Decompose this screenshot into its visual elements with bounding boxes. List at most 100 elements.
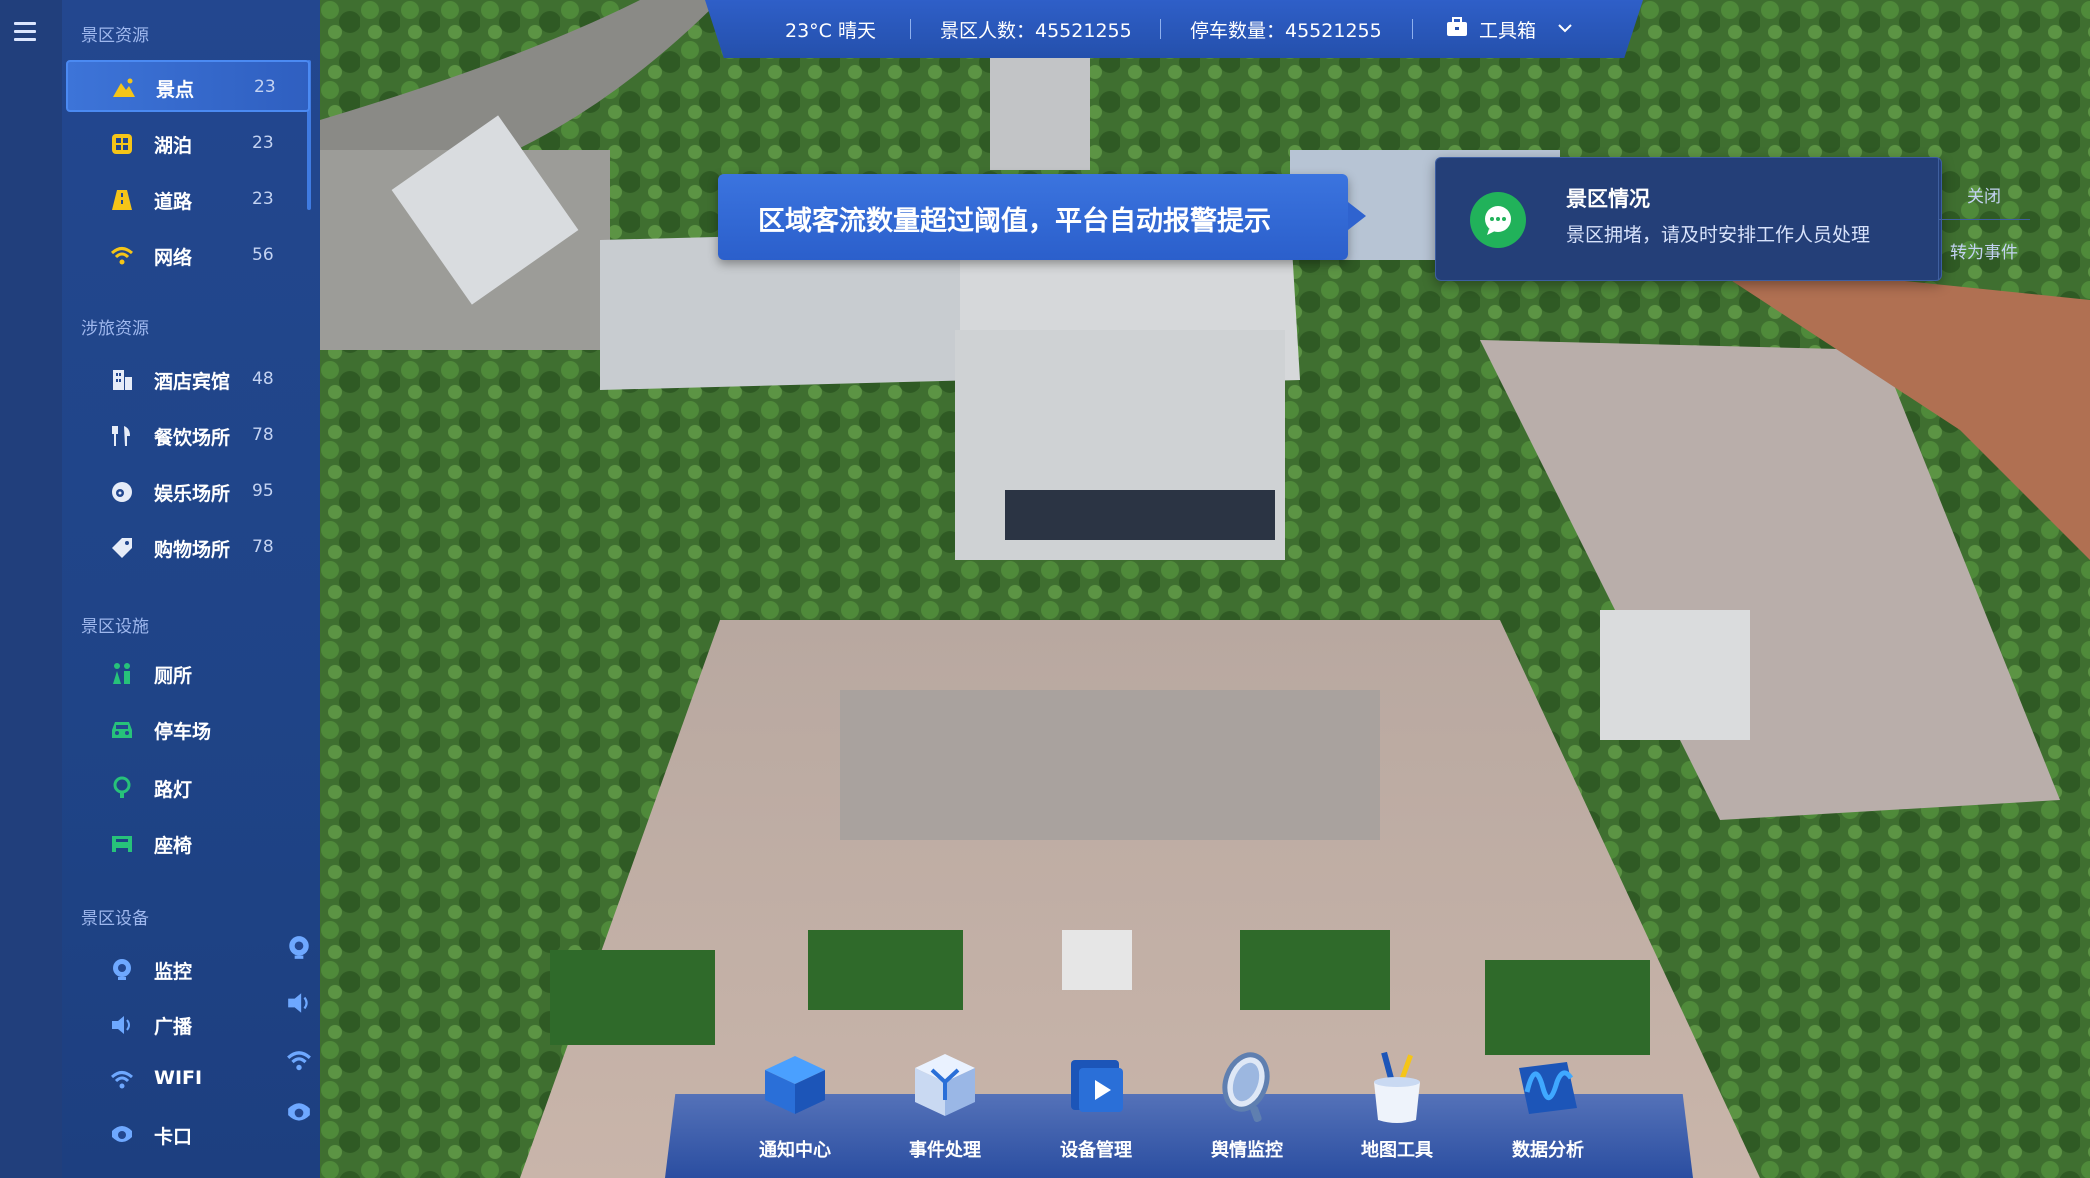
speaker-icon[interactable] <box>286 990 312 1016</box>
tool-label: 地图工具 <box>1361 1140 1433 1161</box>
chevron-down-icon <box>1558 24 1572 33</box>
sidebar-item-count: 23 <box>252 189 274 209</box>
sidebar-item-label: 广播 <box>154 1016 193 1038</box>
sidebar-item-label: 卡口 <box>154 1126 193 1148</box>
sidebar-item-label: 湖泊 <box>154 135 193 157</box>
callout-pointer <box>1348 202 1366 230</box>
sidebar-item-roads[interactable]: 道路 23 <box>66 174 310 226</box>
toolbox-label: 工具箱 <box>1479 20 1537 42</box>
sidebar-item-count: 78 <box>252 537 274 557</box>
camera-icon[interactable] <box>286 935 312 961</box>
message-icon <box>1470 192 1526 248</box>
sidebar-item-label: 停车场 <box>154 721 212 743</box>
sidebar-item-benches[interactable]: 座椅 <box>66 818 310 870</box>
event-handling-button[interactable]: 事件处理 <box>890 1048 1000 1178</box>
dining-icon <box>112 426 130 446</box>
alert-text: 区域客流数量超过阈值，平台自动报警提示 <box>758 206 1271 237</box>
map-tools-button[interactable]: 地图工具 <box>1342 1048 1452 1178</box>
pen-holder-icon <box>1374 1051 1420 1123</box>
entertainment-icon <box>112 482 132 502</box>
sidebar-item-label: WIFI <box>154 1067 203 1089</box>
sidebar-item-label: 座椅 <box>154 835 193 857</box>
notification-message: 景区拥堵，请及时安排工作人员处理 <box>1566 224 1871 246</box>
event-box-icon <box>915 1054 975 1116</box>
sidebar-item-label: 购物场所 <box>154 539 231 561</box>
magnifier-icon <box>1222 1052 1270 1123</box>
sentiment-monitor-button[interactable]: 舆情监控 <box>1192 1048 1302 1178</box>
section-title-facilities: 景区设施 <box>81 617 149 637</box>
sidebar-item-label: 道路 <box>154 191 193 213</box>
sidebar-item-label: 厕所 <box>154 665 193 687</box>
sidebar-item-label: 酒店宾馆 <box>154 371 231 393</box>
section-title-tourism-resources: 涉旅资源 <box>81 319 149 339</box>
road-icon <box>112 190 132 210</box>
sidebar-item-label: 娱乐场所 <box>154 483 231 505</box>
sidebar-item-label: 景点 <box>156 79 195 101</box>
sidebar-item-wifi[interactable]: WIFI <box>66 1054 310 1106</box>
camera-icon <box>113 959 131 980</box>
sidebar-item-label: 监控 <box>154 961 193 983</box>
divider <box>1160 19 1161 39</box>
data-analysis-button[interactable]: 数据分析 <box>1493 1048 1603 1178</box>
left-rail <box>0 0 62 1178</box>
mountain-icon <box>113 78 135 97</box>
sidebar-item-entertainment[interactable]: 娱乐场所 95 <box>66 466 310 518</box>
close-button[interactable]: 关闭 <box>1938 182 2030 207</box>
sidebar-item-parking[interactable]: 停车场 <box>66 704 310 756</box>
sidebar-item-shopping[interactable]: 购物场所 78 <box>66 522 310 574</box>
sidebar-item-count: 78 <box>252 425 274 445</box>
sidebar-item-count: 48 <box>252 369 274 389</box>
sidebar-item-count: 23 <box>252 133 274 153</box>
sidebar-item-label: 网络 <box>154 247 193 269</box>
convert-to-event-button[interactable]: 转为事件 <box>1938 238 2030 263</box>
tool-label: 通知中心 <box>759 1140 831 1161</box>
wifi-icon[interactable] <box>286 1048 312 1074</box>
top-status-bar: 23°C 晴天 景区人数：45521255 停车数量：45521255 工具箱 <box>705 0 1643 58</box>
scenic-status-notification: 景区情况 景区拥堵，请及时安排工作人员处理 关闭 转为事件 <box>1435 157 2030 281</box>
hotel-icon <box>113 370 132 390</box>
tool-label: 设备管理 <box>1060 1140 1132 1161</box>
device-management-button[interactable]: 设备管理 <box>1041 1048 1151 1178</box>
section-title-devices: 景区设备 <box>81 909 149 929</box>
tool-label: 数据分析 <box>1512 1140 1584 1161</box>
section-title-scenic-resources: 景区资源 <box>81 26 149 46</box>
sidebar-item-dining[interactable]: 餐饮场所 78 <box>66 410 310 462</box>
divider <box>1412 19 1413 39</box>
divider <box>1938 219 2030 220</box>
sidebar-item-label: 餐饮场所 <box>154 427 231 449</box>
sidebar-item-checkpoint[interactable]: 卡口 <box>66 1109 310 1161</box>
notification-cube-icon <box>765 1056 825 1114</box>
menu-icon[interactable] <box>14 22 36 46</box>
checkpoint-icon[interactable] <box>286 1100 312 1126</box>
toolbox-dropdown[interactable]: 工具箱 <box>1445 12 1572 46</box>
sidebar-item-streetlights[interactable]: 路灯 <box>66 762 310 814</box>
divider <box>910 19 911 39</box>
flow-alert-callout: 区域客流数量超过阈值，平台自动报警提示 <box>718 174 1366 260</box>
speaker-icon <box>112 1016 130 1034</box>
sidebar-item-hotels[interactable]: 酒店宾馆 48 <box>66 354 310 406</box>
sidebar-item-cameras[interactable]: 监控 <box>66 944 310 996</box>
sidebar-item-lakes[interactable]: 湖泊 23 <box>66 118 310 170</box>
toolbox-icon <box>1447 17 1467 36</box>
visitor-count: 景区人数：45521255 <box>940 20 1132 42</box>
tool-label: 事件处理 <box>909 1140 981 1161</box>
streetlight-icon <box>113 776 131 798</box>
parking-count: 停车数量：45521255 <box>1190 20 1382 42</box>
wifi-icon <box>110 247 134 265</box>
sidebar-item-scenic-spots[interactable]: 景点 23 <box>66 60 310 112</box>
notification-center-button[interactable]: 通知中心 <box>740 1048 850 1178</box>
lake-icon <box>112 134 132 154</box>
sidebar-item-count: 23 <box>254 77 276 97</box>
car-icon <box>112 722 132 738</box>
sidebar-item-broadcast[interactable]: 广播 <box>66 999 310 1051</box>
sidebar: 景区资源 景点 23 湖泊 23 道路 23 网络 56 涉旅资源 酒店宾馆 4… <box>62 0 320 1178</box>
checkpoint-icon <box>112 1126 132 1142</box>
wifi-icon <box>110 1071 134 1089</box>
device-play-icon <box>1071 1060 1123 1112</box>
sidebar-item-count: 56 <box>252 245 274 265</box>
shopping-icon <box>112 538 132 558</box>
tool-label: 舆情监控 <box>1211 1140 1283 1161</box>
sidebar-item-toilet[interactable]: 厕所 <box>66 648 310 700</box>
weather-text: 23°C 晴天 <box>785 20 876 42</box>
sidebar-item-network[interactable]: 网络 56 <box>66 230 310 282</box>
